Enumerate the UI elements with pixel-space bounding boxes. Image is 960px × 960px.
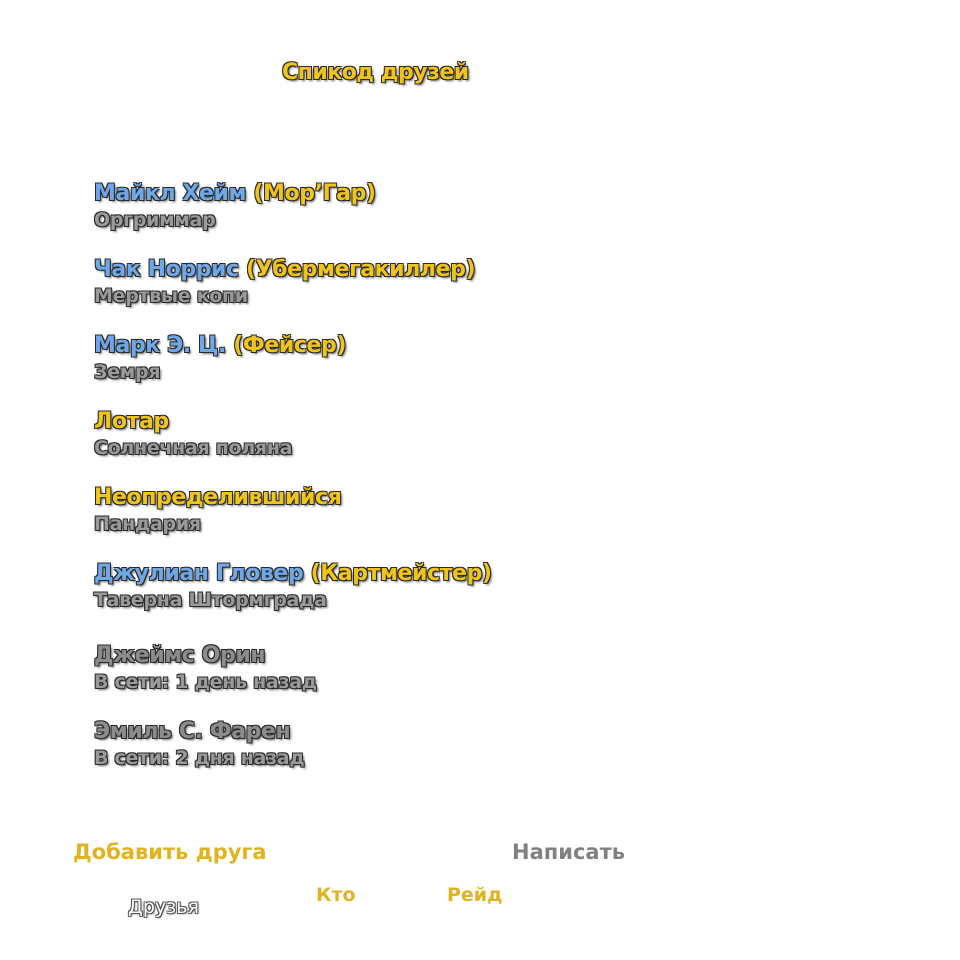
friend-name: Джеймс Орин xyxy=(94,642,317,670)
friend-character-name: (Фейсер) xyxy=(226,333,347,358)
friend-offline-name: Эмиль С. Фарен xyxy=(94,719,291,744)
friend-real-name: Марк Э. Ц. xyxy=(94,333,227,358)
friend-real-name: Джулиан Гловер xyxy=(94,561,304,586)
tab-friends[interactable]: Друзья xyxy=(128,896,199,918)
friend-name: Майкл Хейм (Мор’Гар) xyxy=(94,180,376,208)
friend-last-online: В сети: 1 день назад xyxy=(94,671,317,693)
friend-entry-offline[interactable]: Эмиль С. Фарен В сети: 2 дня назад xyxy=(94,718,305,770)
friend-real-name: Чак Норрис xyxy=(94,257,239,282)
friend-entry-offline[interactable]: Джеймс Орин В сети: 1 день назад xyxy=(94,642,317,694)
tab-raid[interactable]: Рейд xyxy=(447,884,502,906)
friend-location: Солнечная поляна xyxy=(94,437,293,459)
friend-character-name: (Убермегакиллер) xyxy=(238,257,476,282)
tab-who[interactable]: Кто xyxy=(316,884,356,906)
friend-entry[interactable]: Чак Норрис (Убермегакиллер) Мертвые копи xyxy=(94,256,476,308)
friend-character-name: Лотар xyxy=(94,409,169,434)
friend-name: Джулиан Гловер (Картмейстер) xyxy=(94,560,492,588)
friend-entry[interactable]: Джулиан Гловер (Картмейстер) Таверна Што… xyxy=(94,560,492,612)
friend-entry[interactable]: Неопределившийся Пандария xyxy=(94,484,342,536)
friend-character-name: (Картмейстер) xyxy=(303,561,492,586)
friend-name: Чак Норрис (Убермегакиллер) xyxy=(94,256,476,284)
add-friend-button[interactable]: Добавить друга xyxy=(73,840,267,864)
friend-name: Эмиль С. Фарен xyxy=(94,718,304,746)
friend-location: Оргриммар xyxy=(94,209,216,231)
friend-location: Таверна Штормграда xyxy=(94,589,327,611)
friend-location: Земря xyxy=(94,361,161,383)
friend-character-name: (Мор’Гар) xyxy=(246,181,376,206)
friend-entry[interactable]: Майкл Хейм (Мор’Гар) Оргриммар xyxy=(94,180,376,232)
friend-last-online: В сети: 2 дня назад xyxy=(94,747,305,769)
friend-entry[interactable]: Марк Э. Ц. (Фейсер) Земря xyxy=(94,332,346,384)
friend-offline-name: Джеймс Орин xyxy=(94,643,266,668)
friend-name: Лотар xyxy=(94,408,292,436)
friend-entry[interactable]: Лотар Солнечная поляна xyxy=(94,408,292,460)
friend-location: Пандария xyxy=(94,513,201,535)
send-message-button[interactable]: Написать xyxy=(512,840,625,864)
friends-frame-title: Спикод друзей xyxy=(282,60,469,85)
friend-location: Мертвые копи xyxy=(94,285,248,307)
friend-character-name: Неопределившийся xyxy=(94,485,342,510)
friend-name: Неопределившийся xyxy=(94,484,342,512)
friend-real-name: Майкл Хейм xyxy=(94,181,247,206)
friend-name: Марк Э. Ц. (Фейсер) xyxy=(94,332,346,360)
